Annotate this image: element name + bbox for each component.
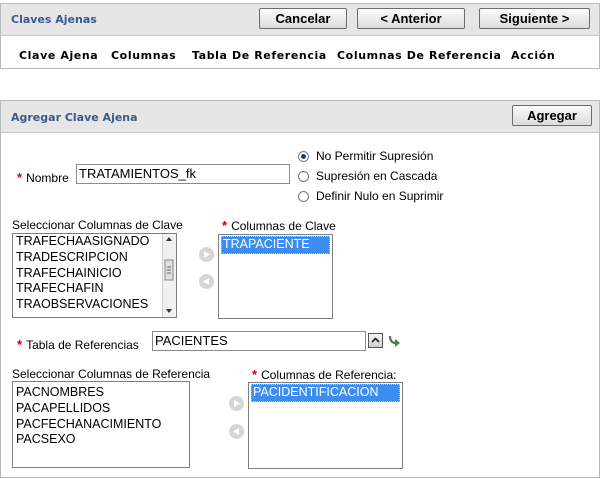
move-ref-left-button[interactable] — [229, 424, 244, 439]
radio-label-no-permitir: No Permitir Supresión — [316, 149, 434, 163]
arrow-right-icon — [234, 400, 240, 407]
ref-columns-list[interactable]: PACIDENTIFICACION — [248, 382, 403, 469]
column-header-clave-ajena: Clave Ajena — [19, 49, 99, 62]
foreign-keys-panel-header: Claves Ajenas Cancelar < Anterior Siguie… — [1, 4, 599, 36]
list-item[interactable]: TRAFECHAINICIO — [13, 266, 176, 282]
scrollbar[interactable] — [162, 234, 176, 317]
column-header-columnas: Columnas — [111, 49, 177, 62]
key-columns-label-text: Columnas de Clave — [231, 219, 336, 233]
name-input[interactable]: TRATAMIENTOS_fk — [76, 164, 290, 184]
list-item[interactable]: TRAFECHAFIN — [13, 281, 176, 297]
list-item-selected[interactable]: PACIDENTIFICACION — [251, 384, 400, 402]
refresh-arrow-icon[interactable] — [387, 334, 401, 350]
ref-table-label: * Tabla de Referencias — [17, 337, 139, 352]
list-item[interactable]: PACFECHANACIMIENTO — [13, 417, 189, 433]
ref-table-label-text: Tabla de Referencias — [26, 338, 139, 352]
required-marker: * — [17, 337, 23, 352]
list-item[interactable]: PACNOMBRES — [13, 385, 189, 401]
list-item[interactable]: TRAFECHAASIGNADO — [13, 234, 176, 250]
cancel-button[interactable]: Cancelar — [259, 8, 347, 29]
key-columns-label: * Columnas de Clave — [222, 218, 336, 233]
panel-title: Agregar Clave Ajena — [11, 111, 138, 124]
key-columns-source-list[interactable]: TRAFECHAASIGNADO TRADESCRIPCION TRAFECHA… — [12, 233, 177, 318]
list-item[interactable]: PACSEXO — [13, 432, 189, 448]
list-item-selected[interactable]: TRAPACIENTE — [221, 236, 330, 254]
radio-label-definir-nulo: Definir Nulo en Suprimir — [316, 189, 444, 203]
key-columns-list[interactable]: TRAPACIENTE — [218, 234, 333, 319]
add-foreign-key-panel: Agregar Clave Ajena Agregar * Nombre TRAT… — [0, 100, 600, 478]
ref-columns-source-list[interactable]: PACNOMBRES PACAPELLIDOS PACFECHANACIMIEN… — [12, 381, 190, 468]
key-columns-source-label: Seleccionar Columnas de Clave — [12, 218, 183, 232]
list-item[interactable]: TRADESCRIPCION — [13, 250, 176, 266]
required-marker: * — [252, 367, 258, 382]
required-marker: * — [17, 170, 23, 185]
required-marker: * — [222, 218, 228, 233]
list-item[interactable]: PACAPELLIDOS — [13, 401, 189, 417]
ref-columns-source-label: Seleccionar Columnas de Referencia — [12, 367, 211, 381]
move-right-button[interactable] — [199, 247, 214, 262]
next-button[interactable]: Siguiente > — [479, 8, 590, 29]
list-item[interactable]: TRAOBSERVACIONES — [13, 297, 176, 313]
list-picker-icon — [371, 337, 380, 343]
ref-columns-label: * Columnas de Referencia: — [252, 367, 396, 382]
scrollbar-arrows-icon — [164, 237, 174, 313]
ref-columns-label-text: Columnas de Referencia: — [261, 368, 397, 382]
arrow-left-icon — [203, 278, 209, 285]
radio-definir-nulo[interactable] — [298, 191, 309, 202]
add-button[interactable]: Agregar — [512, 105, 592, 126]
add-foreign-key-panel-header: Agregar Clave Ajena Agregar — [1, 101, 599, 133]
column-header-columnas-referencia: Columnas De Referencia — [337, 49, 502, 62]
ref-table-input[interactable]: PACIENTES — [152, 331, 366, 351]
radio-label-cascada: Supresión en Cascada — [316, 169, 438, 183]
radio-supresion-cascada[interactable] — [298, 171, 309, 182]
arrow-right-icon — [204, 251, 210, 258]
foreign-keys-panel: Claves Ajenas Cancelar < Anterior Siguie… — [0, 3, 600, 69]
column-header-tabla-referencia: Tabla De Referencia — [192, 49, 327, 62]
list-picker-button[interactable] — [368, 333, 383, 348]
name-label: * Nombre — [17, 170, 69, 185]
move-ref-right-button[interactable] — [229, 396, 244, 411]
column-header-accion: Acción — [511, 49, 556, 62]
arrow-left-icon — [233, 428, 239, 435]
previous-button[interactable]: < Anterior — [357, 8, 465, 29]
panel-title: Claves Ajenas — [11, 13, 97, 26]
radio-no-permitir-supresion[interactable] — [298, 151, 309, 162]
move-left-button[interactable] — [199, 274, 214, 289]
name-label-text: Nombre — [26, 171, 69, 185]
